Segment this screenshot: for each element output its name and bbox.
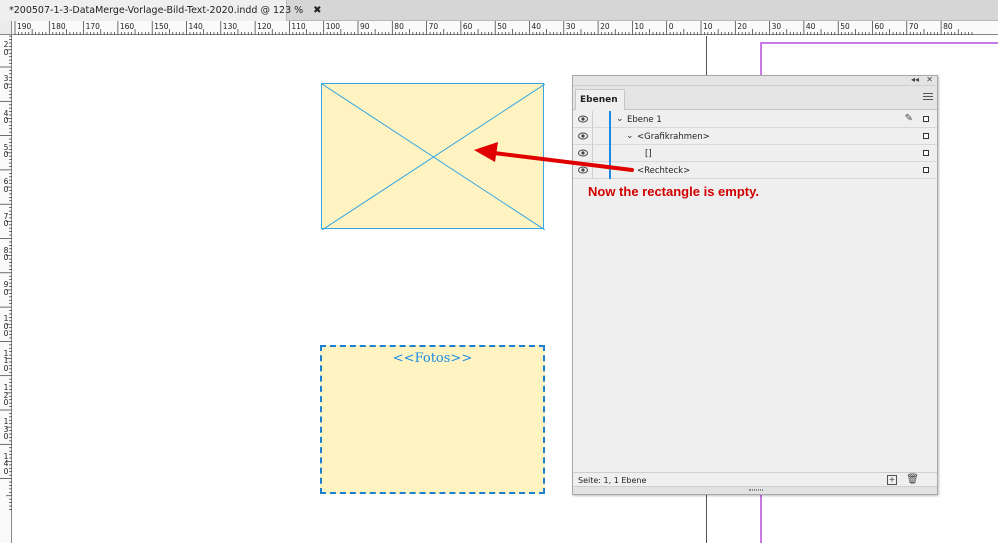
ruler-origin[interactable] — [0, 21, 12, 35]
ruler-label: 130 — [222, 22, 238, 31]
layer-row-empty[interactable]: [] — [573, 145, 937, 162]
collapse-panel-icon[interactable]: ◂◂ — [911, 75, 919, 84]
ruler-label: 180 — [51, 22, 66, 31]
document-tab-title: *200507-1-3-DataMerge-Vorlage-Bild-Text-… — [9, 5, 304, 16]
layer-color-indicator — [609, 145, 611, 162]
pen-icon: ✎ — [904, 113, 913, 124]
annotation-text: Now the rectangle is empty. — [588, 184, 759, 199]
layer-color-indicator — [609, 128, 611, 145]
panel-status-bar: Seite: 1, 1 Ebene + 🗑 — [573, 472, 937, 487]
ruler-label: 60 — [874, 22, 885, 31]
ruler-label: 20 — [600, 22, 610, 31]
layer-name: <Rechteck> — [637, 166, 691, 176]
selection-square[interactable] — [923, 133, 929, 139]
ruler-label: 10 — [703, 22, 713, 31]
ruler-label: 20 — [3, 40, 9, 57]
panel-title-strip[interactable]: ◂◂ ✕ — [573, 75, 937, 86]
ruler-label: 10 — [634, 22, 644, 31]
empty-graphic-frame[interactable] — [321, 83, 545, 230]
ruler-label: 130 — [3, 417, 9, 442]
ruler-label: 160 — [119, 22, 135, 31]
lock-toggle[interactable] — [593, 128, 608, 145]
ruler-label: 30 — [565, 22, 576, 31]
ruler-label: 100 — [3, 314, 9, 339]
eye-icon[interactable] — [578, 166, 588, 174]
layer-status-text: Seite: 1, 1 Ebene — [578, 476, 647, 485]
selection-square[interactable] — [923, 116, 929, 122]
fotos-placeholder-frame[interactable]: <<Fotos>> — [320, 345, 545, 494]
ruler-label: 70 — [3, 211, 9, 228]
layer-name: [] — [645, 149, 652, 159]
ruler-label: 100 — [325, 22, 341, 31]
vertical-ruler[interactable]: 20 30 40 50 60 70 80 90 100 110 120 130 140 — [0, 35, 12, 543]
ruler-label: 140 — [188, 22, 203, 31]
document-tab-bar: *200507-1-3-DataMerge-Vorlage-Bild-Text-… — [0, 0, 998, 21]
layer-row-grafikrahmen[interactable]: ⌄ <Grafikrahmen> — [573, 128, 937, 145]
new-layer-icon[interactable]: + — [887, 475, 897, 485]
ruler-label: 40 — [805, 22, 816, 31]
layers-panel: ◂◂ ✕ Ebenen ⌄ Ebene 1 ✎ ⌄ <Grafikrahmen> — [572, 75, 938, 495]
layer-list: ⌄ Ebene 1 ✎ ⌄ <Grafikrahmen> [] <Rechtec… — [573, 111, 937, 179]
layer-name: Ebene 1 — [627, 115, 662, 125]
ruler-label: 120 — [3, 383, 9, 407]
ruler-label: 40 — [531, 22, 542, 31]
ruler-label: 30 — [3, 74, 9, 91]
ruler-label: 70 — [908, 22, 919, 31]
ruler-label: 110 — [291, 22, 306, 31]
close-panel-icon[interactable]: ✕ — [926, 75, 933, 84]
trash-icon[interactable]: 🗑 — [906, 474, 919, 485]
ruler-label: 140 — [3, 451, 9, 476]
ruler-label: 60 — [462, 22, 473, 31]
ruler-label: 20 — [737, 22, 747, 31]
ruler-label: 120 — [257, 22, 272, 31]
page-edge-top — [760, 42, 998, 44]
document-tab[interactable]: *200507-1-3-DataMerge-Vorlage-Bild-Text-… — [0, 0, 322, 21]
selection-square[interactable] — [923, 167, 929, 173]
chevron-down-icon[interactable]: ⌄ — [626, 131, 634, 141]
ruler-label: 50 — [3, 142, 9, 160]
lock-toggle[interactable] — [593, 162, 608, 179]
horizontal-ruler[interactable]: 190 180 170 160 150 140 130 120 110 100 90 80 70 60 50… — [12, 21, 998, 35]
fotos-placeholder-text: <<Fotos>> — [392, 351, 473, 366]
panel-tab-row: Ebenen — [573, 86, 937, 110]
lock-toggle[interactable] — [593, 111, 608, 128]
empty-frame-cross — [322, 84, 545, 230]
layer-color-indicator — [609, 162, 611, 179]
layer-color-indicator — [609, 111, 611, 128]
tab-ebenen[interactable]: Ebenen — [575, 89, 625, 110]
chevron-down-icon[interactable]: ⌄ — [616, 114, 624, 124]
panel-menu-icon[interactable] — [923, 93, 933, 101]
ruler-label: 80 — [943, 22, 953, 31]
ruler-label: 60 — [3, 177, 9, 194]
ruler-label: 70 — [428, 22, 439, 31]
panel-resize-grip[interactable] — [573, 486, 937, 494]
layer-row-ebene-1[interactable]: ⌄ Ebene 1 ✎ — [573, 111, 937, 128]
lock-toggle[interactable] — [593, 145, 608, 162]
layer-name: <Grafikrahmen> — [637, 132, 710, 142]
ruler-label: 150 — [154, 22, 169, 31]
ruler-label: 80 — [394, 22, 404, 31]
ruler-label: 190 — [17, 22, 32, 31]
selection-square[interactable] — [923, 150, 929, 156]
ruler-label: 40 — [3, 108, 9, 126]
ruler-label: 30 — [771, 22, 782, 31]
ruler-label: 50 — [840, 22, 850, 31]
ruler-label: 80 — [3, 245, 9, 263]
ruler-label: 110 — [3, 348, 9, 373]
ruler-label: 170 — [85, 22, 100, 31]
eye-icon[interactable] — [578, 149, 588, 157]
ruler-label: 50 — [497, 22, 507, 31]
layer-row-rechteck[interactable]: <Rechteck> — [573, 162, 937, 179]
ruler-label: 0 — [668, 22, 674, 31]
close-icon[interactable]: ✖ — [313, 5, 321, 16]
eye-icon[interactable] — [578, 115, 588, 123]
ruler-label: 90 — [3, 280, 9, 297]
ruler-label: 90 — [360, 22, 370, 31]
eye-icon[interactable] — [578, 132, 588, 140]
